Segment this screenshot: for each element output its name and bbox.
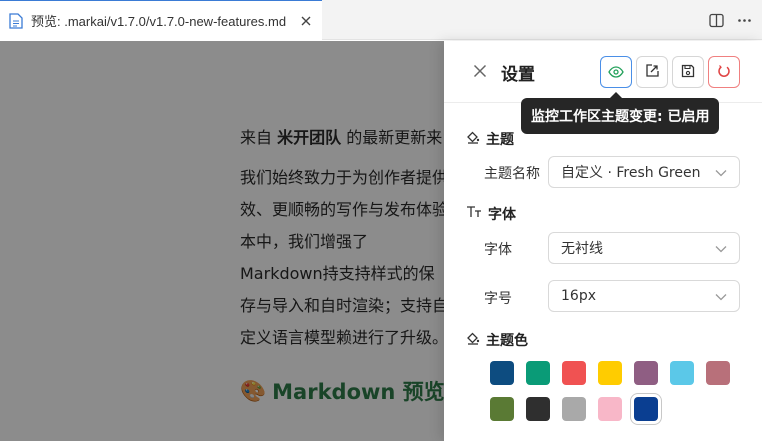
tab-preview[interactable]: 预览: .markai/v1.7.0/v1.7.0-new-features.m… (0, 0, 322, 40)
font-size-value: 16px (561, 288, 596, 304)
color-swatch[interactable] (562, 361, 586, 385)
more-icon[interactable] (736, 12, 752, 28)
eye-icon (608, 63, 624, 82)
chevron-down-icon (715, 243, 727, 255)
font-size-label: 字号 (484, 291, 512, 307)
color-swatch[interactable] (526, 397, 550, 421)
color-swatch[interactable] (598, 361, 622, 385)
save-button[interactable] (672, 56, 704, 88)
color-section-title: 主题色 (466, 330, 528, 350)
font-size-select[interactable]: 16px (548, 280, 740, 312)
paint-bucket-icon (466, 130, 480, 148)
font-value: 无衬线 (561, 241, 603, 257)
settings-header: 设置 (444, 41, 762, 103)
reset-button[interactable] (708, 56, 740, 88)
color-swatch[interactable] (634, 397, 658, 421)
reset-icon (717, 63, 731, 82)
close-icon[interactable] (298, 13, 314, 29)
font-select[interactable]: 无衬线 (548, 232, 740, 264)
settings-title: 设置 (501, 65, 535, 85)
font-icon (466, 205, 482, 223)
chevron-down-icon (715, 167, 727, 179)
color-swatch[interactable] (670, 361, 694, 385)
theme-section-label: 主题 (486, 132, 514, 148)
theme-name-value: 自定义 · Fresh Green (561, 165, 701, 181)
theme-name-label: 主题名称 (484, 166, 540, 182)
color-swatch[interactable] (634, 361, 658, 385)
paint-bucket-icon (466, 331, 480, 349)
color-swatch[interactable] (706, 361, 730, 385)
watch-theme-button[interactable] (600, 56, 632, 88)
theme-name-select[interactable]: 自定义 · Fresh Green (548, 156, 740, 188)
tab-actions (708, 12, 752, 28)
font-section-title: 字体 (466, 204, 516, 224)
save-icon (681, 63, 695, 82)
chevron-down-icon (715, 291, 727, 303)
tab-bar: 预览: .markai/v1.7.0/v1.7.0-new-features.m… (0, 0, 762, 40)
watch-theme-tooltip: 监控工作区主题变更: 已启用 (521, 92, 720, 134)
preview-file-icon (8, 12, 24, 29)
color-swatch[interactable] (562, 397, 586, 421)
color-swatch[interactable] (490, 397, 514, 421)
modal-overlay[interactable] (0, 41, 444, 441)
export-icon (645, 63, 659, 82)
color-swatches (490, 361, 740, 421)
color-section-label: 主题色 (486, 333, 528, 349)
font-section-label: 字体 (488, 207, 516, 223)
font-label: 字体 (484, 242, 512, 258)
close-icon[interactable] (472, 63, 488, 79)
split-editor-icon[interactable] (708, 12, 724, 28)
color-swatch[interactable] (598, 397, 622, 421)
theme-section-title: 主题 (466, 129, 514, 149)
color-swatch[interactable] (490, 361, 514, 385)
color-swatch[interactable] (526, 361, 550, 385)
export-button[interactable] (636, 56, 668, 88)
tab-title: 预览: .markai/v1.7.0/v1.7.0-new-features.m… (31, 14, 287, 29)
